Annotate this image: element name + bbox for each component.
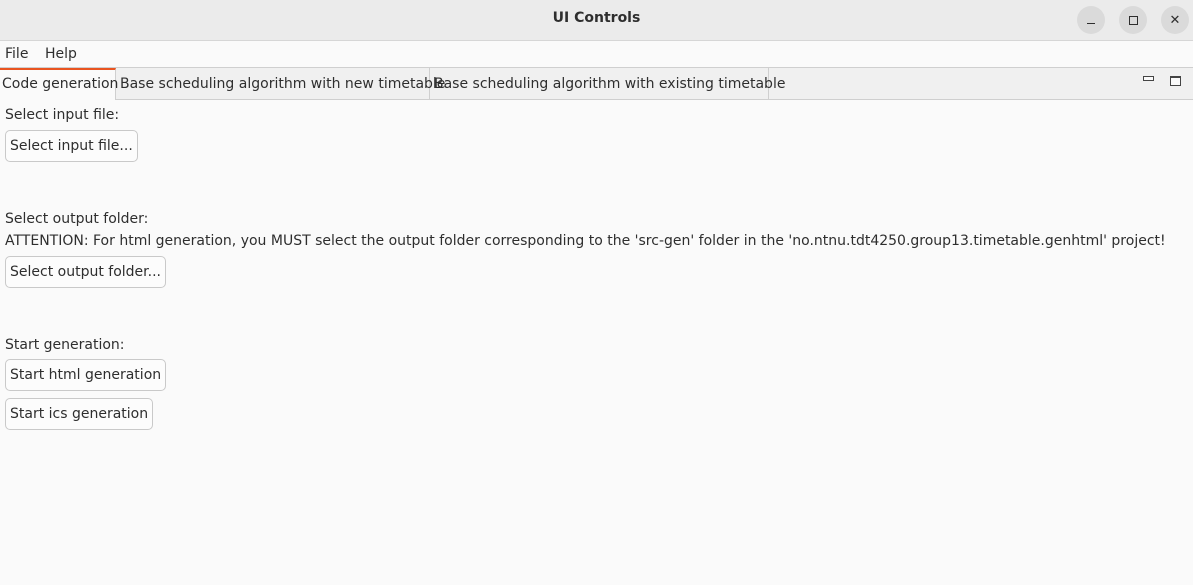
- window-title: UI Controls: [552, 10, 641, 26]
- tab-minimize-icon: [1143, 76, 1154, 81]
- tab-base-scheduling-new-timetable[interactable]: Base scheduling algorithm with new timet…: [116, 68, 445, 100]
- menu-bar: File Help: [0, 42, 1193, 68]
- select-input-file-button[interactable]: Select input file...: [5, 130, 138, 162]
- maximize-icon: [1128, 15, 1138, 25]
- minimize-icon: [1087, 22, 1095, 24]
- menu-help[interactable]: Help: [45, 46, 77, 62]
- code-generation-panel: Select input file: Select input file... …: [0, 101, 1193, 585]
- tab-base-scheduling-existing-timetable[interactable]: Base scheduling algorithm with existing …: [430, 68, 785, 100]
- window-close-button[interactable]: ✕: [1161, 6, 1189, 34]
- start-generation-label: Start generation:: [5, 337, 125, 353]
- application-window: UI Controls ✕ File Help Code generation …: [0, 0, 1193, 585]
- input-file-label: Select input file:: [5, 107, 120, 123]
- select-output-folder-button[interactable]: Select output folder...: [5, 256, 166, 288]
- tab-bar: Code generation Base scheduling algorith…: [0, 68, 1193, 100]
- tab-maximize-button[interactable]: [1170, 76, 1181, 87]
- menu-file[interactable]: File: [5, 46, 28, 62]
- output-folder-label: Select output folder:: [5, 211, 149, 227]
- title-bar: UI Controls ✕: [0, 0, 1193, 41]
- tab-maximize-icon: [1170, 76, 1181, 86]
- start-html-generation-button[interactable]: Start html generation: [5, 359, 167, 391]
- start-ics-generation-button[interactable]: Start ics generation: [5, 398, 154, 430]
- window-minimize-button[interactable]: [1077, 6, 1105, 34]
- tab-code-generation[interactable]: Code generation: [0, 68, 118, 100]
- tab-minimize-button[interactable]: [1143, 76, 1154, 87]
- attention-text: ATTENTION: For html generation, you MUST…: [5, 233, 1166, 249]
- close-icon: ✕: [1169, 12, 1181, 28]
- window-maximize-button[interactable]: [1119, 6, 1147, 34]
